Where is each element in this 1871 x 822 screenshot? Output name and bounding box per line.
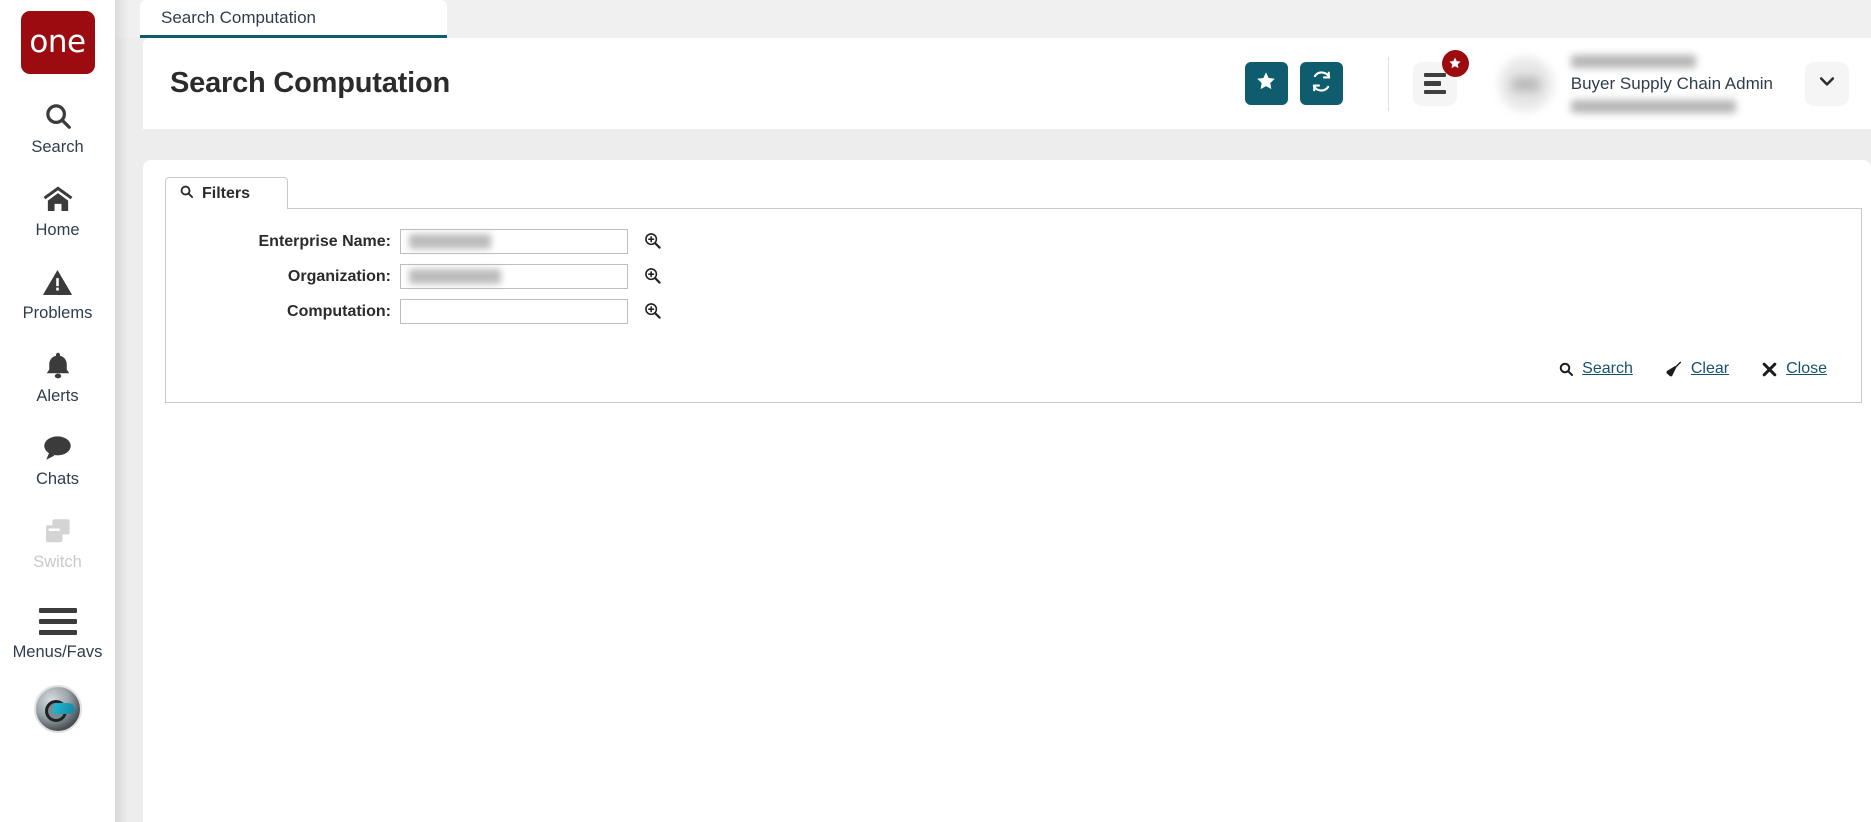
filters-section: Filters Enterprise Name: (165, 177, 1862, 403)
user-email-redacted (1571, 100, 1736, 113)
sidebar-item-home[interactable]: Home (0, 157, 115, 240)
user-name-redacted (1571, 55, 1696, 68)
tab-search-computation[interactable]: Search Computation (140, 0, 447, 38)
chat-bubble-icon (41, 429, 74, 467)
search-icon (1558, 361, 1574, 377)
close-link-label: Close (1786, 360, 1827, 378)
zoom-in-lookup-icon (643, 301, 662, 323)
brand-logo-text: one (29, 27, 85, 58)
user-text-block: Buyer Supply Chain Admin (1571, 53, 1773, 115)
computation-input[interactable] (400, 299, 628, 324)
search-link-label: Search (1582, 360, 1633, 378)
refresh-button[interactable] (1300, 62, 1343, 105)
clear-link-label: Clear (1691, 360, 1729, 378)
filter-label: Enterprise Name: (166, 233, 400, 251)
sidebar-item-menus-favs[interactable]: Menus/Favs (0, 572, 115, 662)
sidebar-item-search[interactable]: Search (0, 74, 115, 157)
search-icon (43, 97, 73, 135)
star-icon (1442, 50, 1469, 77)
broom-clear-icon (1665, 360, 1683, 378)
header-divider (1388, 57, 1389, 111)
favorite-button[interactable] (1245, 62, 1288, 105)
sidebar-item-alerts[interactable]: Alerts (0, 323, 115, 406)
filter-row-enterprise-name: Enterprise Name: (166, 229, 1861, 254)
search-link[interactable]: Search (1558, 360, 1633, 378)
filter-row-computation: Computation: (166, 299, 1861, 324)
filter-label: Organization: (166, 268, 400, 286)
sidebar-item-problems[interactable]: Problems (0, 240, 115, 323)
sidebar-item-label: Problems (23, 304, 93, 323)
computation-lookup-button[interactable] (641, 301, 663, 323)
hamburger-icon (39, 602, 77, 640)
sidebar-item-chats[interactable]: Chats (0, 406, 115, 489)
chevron-down-icon (1817, 71, 1837, 96)
avatar (1499, 57, 1553, 111)
sidebar-item-label: Home (35, 221, 79, 240)
close-x-icon (1761, 361, 1778, 378)
sidebar-item-switch: Switch (0, 489, 115, 572)
tab-label: Search Computation (161, 8, 316, 28)
enterprise-name-lookup-button[interactable] (641, 231, 663, 253)
content-panel: Filters Enterprise Name: (143, 160, 1871, 822)
filters-tab[interactable]: Filters (165, 177, 288, 209)
sidebar-item-label: Chats (36, 470, 79, 489)
user-menu-dropdown-button[interactable] (1805, 62, 1849, 106)
bell-icon (43, 346, 73, 384)
application-window: one Search Home (0, 0, 1871, 822)
enterprise-name-input[interactable] (400, 229, 628, 254)
brand-logo[interactable]: one (21, 11, 95, 74)
redacted-value (409, 269, 501, 284)
filter-row-organization: Organization: (166, 264, 1861, 289)
filters-tab-label: Filters (202, 185, 250, 203)
ai-assistant-avatar-icon[interactable] (34, 685, 82, 733)
header-actions: Buyer Supply Chain Admin (1233, 38, 1871, 129)
sidebar-item-label: Search (31, 138, 83, 157)
menu-list-icon (1424, 73, 1446, 95)
switch-windows-icon (42, 512, 74, 550)
refresh-icon (1310, 70, 1333, 98)
zoom-in-lookup-icon (643, 231, 662, 253)
warning-triangle-icon (41, 263, 74, 301)
tab-strip: Search Computation (115, 0, 1871, 38)
organization-input[interactable] (400, 264, 628, 289)
filters-body: Enterprise Name: (165, 208, 1862, 403)
filters-action-links: Search Clear (166, 334, 1861, 384)
organization-lookup-button[interactable] (641, 266, 663, 288)
sidebar-item-label: Menus/Favs (13, 643, 103, 662)
menu-favorites-button[interactable] (1413, 62, 1457, 106)
left-sidebar: one Search Home (0, 0, 115, 822)
zoom-in-lookup-icon (643, 266, 662, 288)
page-header: Search Computation (143, 38, 1871, 129)
search-icon (179, 184, 194, 204)
filter-label: Computation: (166, 303, 400, 321)
redacted-value (409, 234, 491, 249)
clear-link[interactable]: Clear (1665, 360, 1729, 378)
sidebar-item-label: Alerts (36, 387, 78, 406)
user-profile[interactable]: Buyer Supply Chain Admin (1499, 53, 1773, 115)
sidebar-item-label: Switch (33, 553, 82, 572)
home-icon (41, 180, 75, 218)
page-title: Search Computation (170, 67, 450, 100)
star-icon (1255, 70, 1277, 97)
user-role: Buyer Supply Chain Admin (1571, 74, 1773, 94)
close-link[interactable]: Close (1761, 360, 1827, 378)
